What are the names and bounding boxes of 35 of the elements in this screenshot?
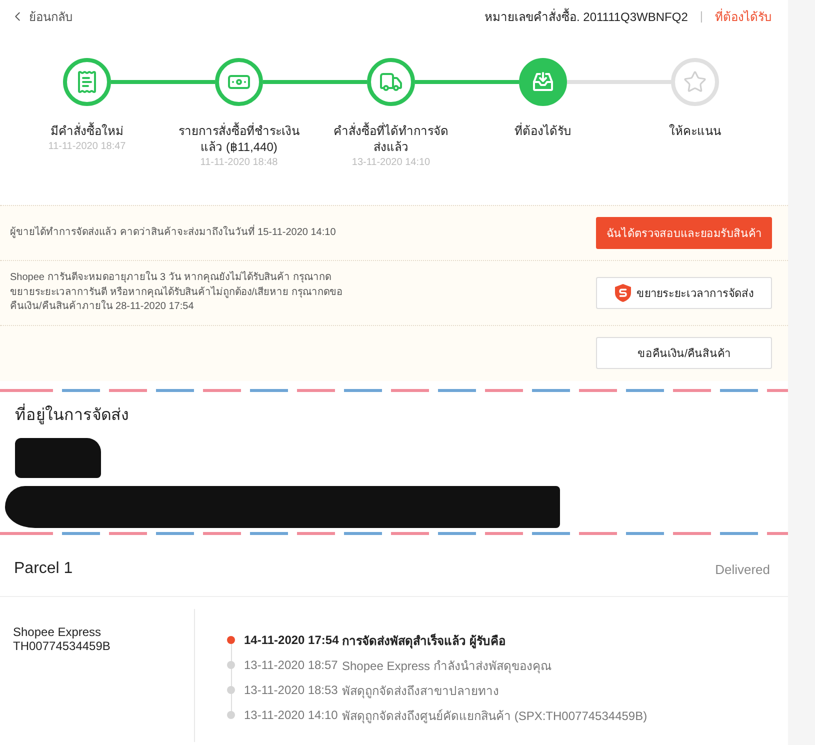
action-note: Shopee การันตีจะหมดอายุภายใน 3 วัน หากคุณยังไม่ได้รับสินค้า กรุณากดขยายระยะเวลาการันตี หรือหากคุณได้รับสินค้าไม่ถูกต้อง/เสียหาย กรุณากดขอคืนเงิน/คืนสินค้าภายใน 28-11-2020 17:54 — [10, 271, 344, 314]
parcel-status: Delivered — [715, 562, 770, 576]
tracking-number: TH00774534459B — [13, 638, 112, 652]
step-label: มีคำสั่งซื้อใหม่ — [50, 123, 124, 139]
event-description: การจัดส่งพัสดุสำเร็จแล้ว ผู้รับคือ — [342, 632, 506, 650]
event-time: 13-11-2020 18:53 — [244, 683, 339, 697]
event-time: 14-11-2020 17:54 — [244, 633, 340, 647]
back-link[interactable]: ย้อนกลับ — [8, 4, 75, 28]
action-button[interactable]: ขอคืนเงิน/คืนสินค้า — [596, 337, 772, 369]
step-label: คำสั่งซื้อที่ได้ทำการจัดส่งแล้ว — [332, 123, 450, 155]
step-label: รายการสั่งซื้อที่ชำระเงินแล้ว (฿11,440) — [178, 123, 300, 155]
carrier-name: Shopee Express — [13, 624, 102, 638]
section-title: ที่อยู่ในการจัดส่ง — [15, 404, 773, 428]
event-time: 13-11-2020 14:10 — [244, 708, 339, 722]
step-date: 11-11-2020 18:47 — [48, 140, 126, 154]
shield-icon — [614, 284, 630, 302]
action-button[interactable]: ฉันได้ตรวจสอบและยอมรับสินค้า — [596, 217, 772, 249]
event-time: 13-11-2020 18:57 — [244, 658, 339, 672]
action-note: ผู้ขายได้ทำการจัดส่งแล้ว คาดว่าสินค้าจะส่งมาถึงในวันที่ 15-11-2020 14:10 — [10, 226, 336, 240]
truck-icon — [379, 70, 403, 94]
star-icon — [683, 70, 707, 94]
event-description: Shopee Express กำลังนำส่งพัสดุของคุณ — [342, 658, 552, 674]
order-number: หมายเลขคำสั่งซื้อ. 201111Q3WBNFQ2 — [484, 7, 688, 26]
step-date: 11-11-2020 18:48 — [200, 156, 278, 170]
event-description: พัสดุถูกจัดส่งถึงสาขาปลายทาง — [342, 682, 499, 700]
step-label: ที่ต้องได้รับ — [514, 123, 572, 139]
tray-download-icon — [531, 70, 555, 94]
order-status: ที่ต้องได้รับ — [715, 8, 772, 26]
separator: | — [700, 9, 703, 23]
step-label: ให้คะแนน — [669, 123, 721, 139]
step-date: 13-11-2020 14:10 — [352, 156, 430, 170]
parcel-title: Parcel 1 — [14, 560, 73, 578]
receipt-icon — [75, 70, 99, 94]
action-button[interactable]: ขยายระยะเวลาการจัดส่ง — [596, 276, 772, 309]
event-description: พัสดุถูกจัดส่งถึงศูนย์คัดแยกสินค้า (SPX:TH00774534459B) — [342, 708, 648, 724]
